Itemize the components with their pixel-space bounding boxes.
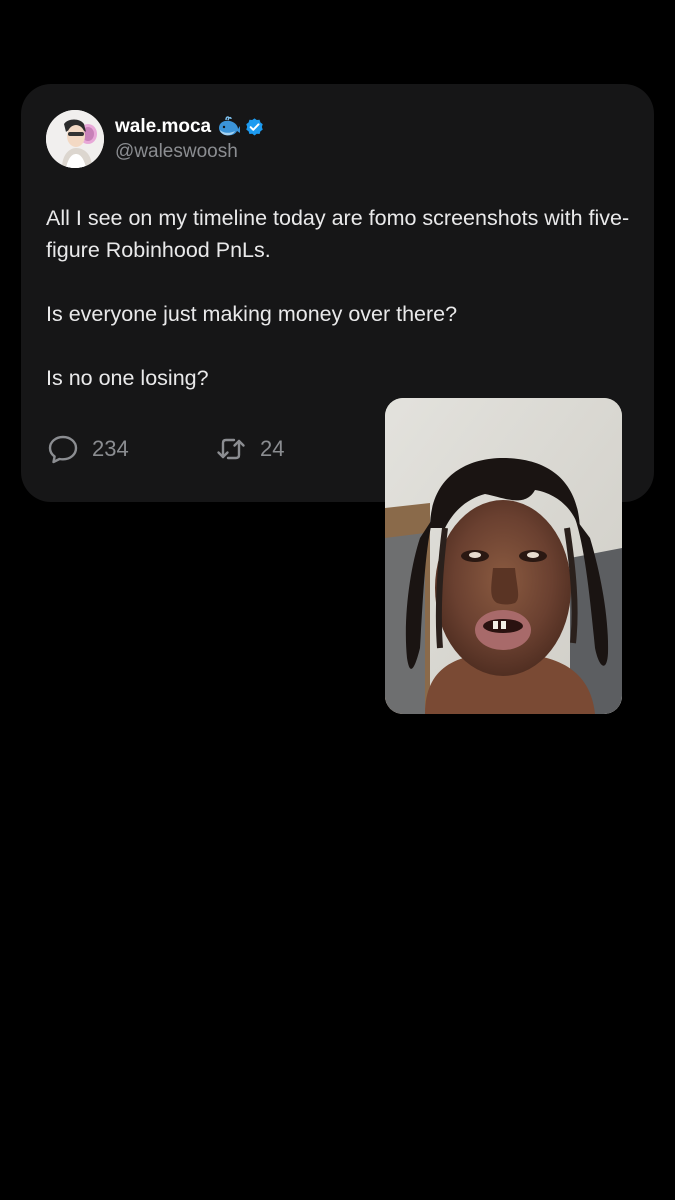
author-name-row[interactable]: wale.moca xyxy=(115,114,265,140)
tweet-paragraph: All I see on my timeline today are fomo … xyxy=(46,206,630,262)
author-display-name[interactable]: wale.moca xyxy=(115,114,211,140)
reply-button[interactable]: 234 xyxy=(46,432,214,466)
tweet-paragraph: Is everyone just making money over there… xyxy=(46,302,458,326)
author-avatar[interactable] xyxy=(46,110,104,168)
face-camera-feed xyxy=(385,398,622,714)
whale-emoji-icon xyxy=(217,116,241,138)
repost-count: 24 xyxy=(260,436,285,461)
tweet-actions: 234 24 xyxy=(46,432,284,466)
avatar-illustration xyxy=(46,110,104,168)
verified-badge-icon xyxy=(244,117,265,138)
repost-button[interactable]: 24 xyxy=(214,432,284,466)
comment-bubble-icon xyxy=(46,432,80,466)
repost-arrows-icon xyxy=(214,432,248,466)
video-call-pip-window[interactable] xyxy=(385,398,622,714)
reply-count: 234 xyxy=(92,436,129,461)
tweet-text: All I see on my timeline today are fomo … xyxy=(46,202,631,394)
screen: wale.moca @waleswoosh All I see on my ti… xyxy=(0,0,675,1200)
tweet-paragraph: Is no one losing? xyxy=(46,366,209,390)
author-handle[interactable]: @waleswoosh xyxy=(115,140,238,164)
